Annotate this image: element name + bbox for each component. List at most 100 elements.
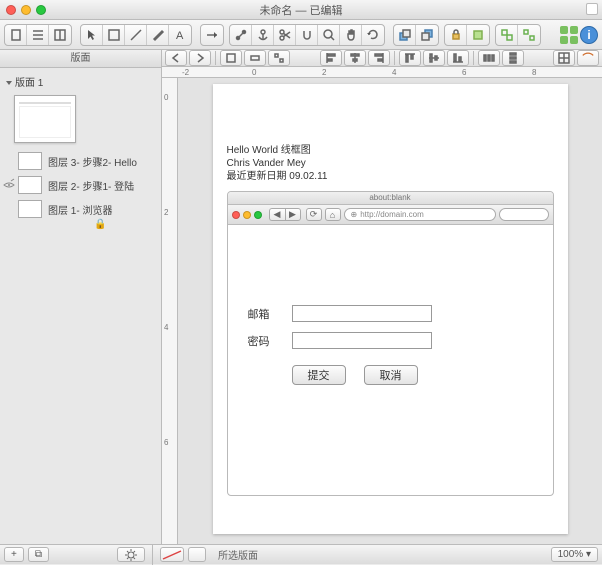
page-thumbnail[interactable] (14, 95, 76, 143)
browser-chrome: ◀ ▶ ⟳ ⌂ ⊕ http://domain.com (228, 205, 553, 225)
doc-date-text: 最近更新日期 09.02.11 (227, 170, 554, 183)
browser-url-text: http://domain.com (360, 209, 424, 221)
status-bar: + ⧉ 所选版面 100% ▾ (0, 544, 602, 564)
main-toolbar: A i (0, 20, 602, 50)
selection-label: 所选版面 (218, 547, 258, 562)
canvas[interactable]: Hello World 线框图 Chris Vander Mey 最近更新日期 … (178, 78, 602, 544)
view-split-button[interactable] (49, 25, 71, 45)
layer-label: 图层 3- 步骤2- Hello (48, 154, 137, 169)
email-label: 邮箱 (248, 306, 292, 322)
duplicate-page-button[interactable]: ⧉ (28, 547, 49, 562)
align-right-button[interactable] (368, 50, 390, 66)
globe-icon: ⊕ (351, 209, 358, 221)
hand-tool[interactable] (340, 25, 362, 45)
sidebar-settings-button[interactable] (117, 547, 145, 562)
password-field[interactable] (292, 332, 432, 349)
distribute-v-button[interactable] (502, 50, 524, 66)
vertical-ruler: 0 2 4 6 (162, 78, 178, 544)
window-title: 未命名 — 已编辑 (0, 2, 602, 18)
browser-min-icon[interactable] (243, 211, 251, 219)
browser-zoom-icon[interactable] (254, 211, 262, 219)
layers-sidebar: 版面 版面 1 图层 3- 步骤2- Hello 图层 2- 步骤1- 登陆 图… (0, 50, 162, 544)
browser-back-button[interactable]: ◀ (269, 208, 285, 221)
text-tool[interactable]: A (169, 25, 191, 45)
browser-mockup[interactable]: about:blank ◀ ▶ ⟳ ⌂ ⊕ (227, 191, 554, 496)
distribute-h-button[interactable] (478, 50, 500, 66)
proxy-icon[interactable] (586, 3, 598, 15)
sidebar-header: 版面 (0, 50, 161, 68)
window-titlebar: 未命名 — 已编辑 (0, 0, 602, 20)
stencils-button[interactable] (560, 26, 578, 44)
no-fill-swatch[interactable] (160, 547, 184, 562)
grid-toggle[interactable] (553, 50, 575, 66)
rotate-tool[interactable] (362, 25, 384, 45)
canvas-page[interactable]: Hello World 线框图 Chris Vander Mey 最近更新日期 … (213, 84, 568, 534)
inspector-button[interactable]: i (580, 26, 598, 44)
align-center-h-button[interactable] (344, 50, 366, 66)
canvas-toolbar: ⌒ (162, 50, 602, 67)
unlock-button[interactable] (467, 25, 489, 45)
email-field[interactable] (292, 305, 432, 322)
align-center-v-button[interactable] (423, 50, 445, 66)
view-list-button[interactable] (27, 25, 49, 45)
fit-page-button[interactable] (220, 50, 242, 66)
visibility-toggle[interactable] (2, 178, 16, 192)
layer-row[interactable]: 图层 1- 浏览器 (0, 197, 161, 221)
next-page-button[interactable] (189, 50, 211, 66)
anchor-tool[interactable] (252, 25, 274, 45)
page-node-label: 版面 1 (15, 78, 43, 89)
connection-tool[interactable] (201, 25, 223, 45)
line-tool[interactable] (125, 25, 147, 45)
browser-close-icon[interactable] (232, 211, 240, 219)
browser-home-button[interactable]: ⌂ (325, 208, 341, 221)
layer-label: 图层 2- 步骤1- 登陆 (48, 178, 134, 193)
align-left-button[interactable] (320, 50, 342, 66)
layer-label: 图层 1- 浏览器 (48, 202, 112, 217)
page-node[interactable]: 版面 1 (0, 72, 161, 91)
layer-thumbnail (18, 176, 42, 194)
shape-tool[interactable] (103, 25, 125, 45)
cancel-button[interactable]: 取消 (364, 365, 418, 385)
browser-reload-button[interactable]: ⟳ (306, 208, 322, 221)
group-button[interactable] (496, 25, 518, 45)
align-top-button[interactable] (399, 50, 421, 66)
layer-row[interactable]: 图层 2- 步骤1- 登陆 (0, 173, 161, 197)
horizontal-ruler: -2 0 2 4 6 8 (162, 67, 602, 78)
layer-row[interactable]: 图层 3- 步骤2- Hello (0, 149, 161, 173)
layer-thumbnail (18, 152, 42, 170)
password-label: 密码 (248, 333, 292, 349)
snap-toggle[interactable]: ⌒ (577, 50, 599, 66)
svg-text:A: A (176, 30, 184, 42)
visibility-placeholder (2, 154, 16, 168)
scissors-tool[interactable] (274, 25, 296, 45)
add-page-button[interactable]: + (4, 547, 24, 562)
bring-front-button[interactable] (394, 25, 416, 45)
browser-body: 邮箱 密码 提交 取消 (228, 225, 553, 495)
view-single-page-button[interactable] (5, 25, 27, 45)
lock-button[interactable] (445, 25, 467, 45)
zoom-in-button[interactable] (268, 50, 290, 66)
zoom-level-dropdown[interactable]: 100% ▾ (551, 547, 598, 562)
pen-tool[interactable] (147, 25, 169, 45)
browser-tab-title: about:blank (228, 192, 553, 205)
zoom-value: 100% (558, 549, 584, 560)
submit-button[interactable]: 提交 (292, 365, 346, 385)
node-edit-tool[interactable] (230, 25, 252, 45)
send-back-button[interactable] (416, 25, 438, 45)
browser-search-field[interactable] (499, 208, 549, 221)
align-bottom-button[interactable] (447, 50, 469, 66)
visibility-placeholder (2, 202, 16, 216)
swatch-picker[interactable] (188, 547, 206, 562)
magnet-tool[interactable] (296, 25, 318, 45)
doc-author-text: Chris Vander Mey (227, 157, 554, 170)
browser-url-field[interactable]: ⊕ http://domain.com (344, 208, 496, 221)
actual-size-button[interactable] (244, 50, 266, 66)
doc-title-text: Hello World 线框图 (227, 144, 554, 157)
pointer-tool[interactable] (81, 25, 103, 45)
browser-forward-button[interactable]: ▶ (285, 208, 301, 221)
prev-page-button[interactable] (165, 50, 187, 66)
zoom-tool[interactable] (318, 25, 340, 45)
layer-thumbnail (18, 200, 42, 218)
ungroup-button[interactable] (518, 25, 540, 45)
lock-icon: 🔒 (0, 219, 161, 230)
